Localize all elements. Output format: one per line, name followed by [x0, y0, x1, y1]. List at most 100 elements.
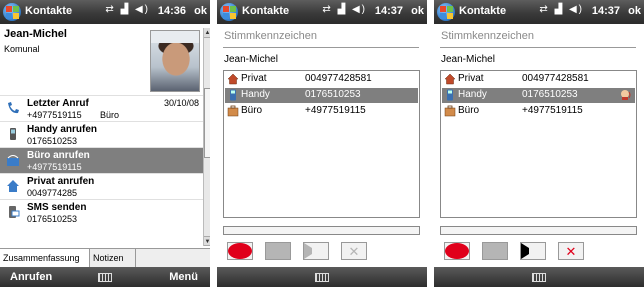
- entry-number: 004977428581: [522, 73, 589, 84]
- call-office-row[interactable]: Büro anrufen +4977519115: [0, 147, 203, 173]
- list-item-home[interactable]: Privat 004977428581: [225, 72, 418, 87]
- title-bar: Kontakte ⇄ ▟ ◀) 14:37 ok: [217, 0, 427, 24]
- contact-company: Komunal: [4, 44, 40, 54]
- clock[interactable]: 14:36: [158, 5, 186, 17]
- progress-bar: [440, 226, 637, 235]
- status-icons: ⇄ ▟ ◀): [105, 4, 150, 15]
- keyboard-icon[interactable]: [315, 273, 329, 282]
- app-title: Kontakte: [242, 5, 290, 17]
- delete-icon: ✕: [565, 244, 577, 259]
- play-button: [303, 242, 329, 260]
- entry-label: Büro: [241, 105, 263, 116]
- contact-summary-screen: Kontakte ⇄ ▟ ◀) 14:36 ok Jean-Michel Kom…: [0, 0, 210, 287]
- contact-name: Jean-Michel: [4, 28, 67, 40]
- title-bar: Kontakte ⇄ ▟ ◀) 14:37 ok: [434, 0, 644, 24]
- record-button[interactable]: [227, 242, 253, 260]
- home-icon: [444, 73, 456, 85]
- windows-start-icon[interactable]: [3, 3, 21, 21]
- row-title: SMS senden: [27, 202, 87, 213]
- list-item-mobile[interactable]: Handy 0176510253: [442, 88, 635, 103]
- send-sms-row[interactable]: SMS senden 0176510253: [0, 199, 203, 225]
- scroll-down-icon[interactable]: ▼: [204, 236, 210, 246]
- row-number: +4977519115: [27, 162, 82, 172]
- keyboard-icon[interactable]: [532, 273, 546, 282]
- voice-tag-recorded-screen: Kontakte ⇄ ▟ ◀) 14:37 ok Stimmkennzeiche…: [434, 0, 644, 287]
- scrollbar[interactable]: ▲ ▼: [203, 28, 210, 246]
- entry-label: Handy: [241, 89, 270, 100]
- voice-tag-screen: Kontakte ⇄ ▟ ◀) 14:37 ok Stimmkennzeiche…: [217, 0, 427, 287]
- home-icon: [227, 73, 239, 85]
- contact-photo: [150, 30, 200, 92]
- list-item-office[interactable]: Büro +4977519115: [442, 104, 635, 119]
- list-item-office[interactable]: Büro +4977519115: [225, 104, 418, 119]
- last-call-row[interactable]: Letzter Anruf 30/10/08 +4977519115 Büro: [0, 95, 203, 121]
- entry-number: 0176510253: [305, 89, 361, 100]
- stop-icon: [266, 243, 290, 259]
- menu-softkey[interactable]: Menü: [169, 271, 198, 283]
- ok-button[interactable]: ok: [628, 5, 641, 17]
- status-icons: ⇄ ▟ ◀): [322, 4, 367, 15]
- list-item-mobile[interactable]: Handy 0176510253: [225, 88, 418, 103]
- phone-log-icon: [8, 102, 19, 114]
- tab-summary[interactable]: Zusammenfassung: [0, 249, 90, 267]
- call-softkey[interactable]: Anrufen: [10, 271, 52, 283]
- status-icons: ⇄ ▟ ◀): [539, 4, 584, 15]
- number-list: Privat 004977428581 Handy 0176510253 Bür…: [223, 70, 420, 218]
- keyboard-icon[interactable]: [98, 273, 112, 282]
- ok-button[interactable]: ok: [194, 5, 207, 17]
- call-mobile-row[interactable]: Handy anrufen 0176510253: [0, 121, 203, 147]
- row-number: 0049774285: [27, 188, 78, 198]
- softkey-bar: [434, 267, 644, 287]
- progress-bar: [223, 226, 420, 235]
- delete-button: ✕: [341, 242, 367, 260]
- divider: [223, 47, 419, 48]
- contact-name: Jean-Michel: [441, 54, 495, 65]
- delete-button[interactable]: ✕: [558, 242, 584, 260]
- divider: [440, 47, 636, 48]
- tab-notes[interactable]: Notizen: [90, 249, 136, 267]
- row-location: Büro: [100, 110, 120, 120]
- play-button[interactable]: [520, 242, 546, 260]
- sms-icon: [9, 206, 20, 218]
- ok-button[interactable]: ok: [411, 5, 424, 17]
- page-title: Stimmkennzeichen: [224, 30, 317, 42]
- number-list: Privat 004977428581 Handy 0176510253 Bür…: [440, 70, 637, 218]
- row-number: 0176510253: [27, 214, 78, 224]
- office-phone-icon: [7, 155, 19, 166]
- entry-label: Privat: [241, 73, 267, 84]
- entry-label: Privat: [458, 73, 484, 84]
- windows-start-icon[interactable]: [220, 3, 238, 21]
- voice-tag-icon: [621, 90, 631, 100]
- entry-number: 0176510253: [522, 89, 578, 100]
- row-date: 30/10/08: [163, 98, 199, 108]
- call-home-row[interactable]: Privat anrufen 0049774285: [0, 173, 203, 199]
- home-phone-icon: [7, 180, 19, 192]
- action-list: Letzter Anruf 30/10/08 +4977519115 Büro …: [0, 95, 203, 225]
- app-title: Kontakte: [25, 5, 73, 17]
- mobile-icon: [447, 89, 453, 101]
- scroll-thumb[interactable]: [204, 88, 210, 158]
- row-title: Letzter Anruf: [27, 98, 89, 109]
- mobile-phone-icon: [10, 128, 16, 140]
- delete-icon: ✕: [348, 244, 360, 259]
- row-title: Handy anrufen: [27, 124, 98, 135]
- play-icon: [521, 243, 545, 259]
- page-title: Stimmkennzeichen: [441, 30, 534, 42]
- softkey-bar: [217, 267, 427, 287]
- row-title: Büro anrufen: [27, 150, 90, 161]
- tab-bar: Zusammenfassung Notizen: [0, 248, 210, 267]
- scroll-up-icon[interactable]: ▲: [204, 28, 210, 38]
- record-icon: [445, 243, 469, 259]
- play-icon: [304, 243, 328, 259]
- row-title: Privat anrufen: [27, 176, 95, 187]
- list-item-home[interactable]: Privat 004977428581: [442, 72, 635, 87]
- entry-number: 004977428581: [305, 73, 372, 84]
- record-button[interactable]: [444, 242, 470, 260]
- row-number: +4977519115: [27, 110, 82, 120]
- clock[interactable]: 14:37: [375, 5, 403, 17]
- windows-start-icon[interactable]: [437, 3, 455, 21]
- clock[interactable]: 14:37: [592, 5, 620, 17]
- stop-button: [265, 242, 291, 260]
- app-title: Kontakte: [459, 5, 507, 17]
- stop-button: [482, 242, 508, 260]
